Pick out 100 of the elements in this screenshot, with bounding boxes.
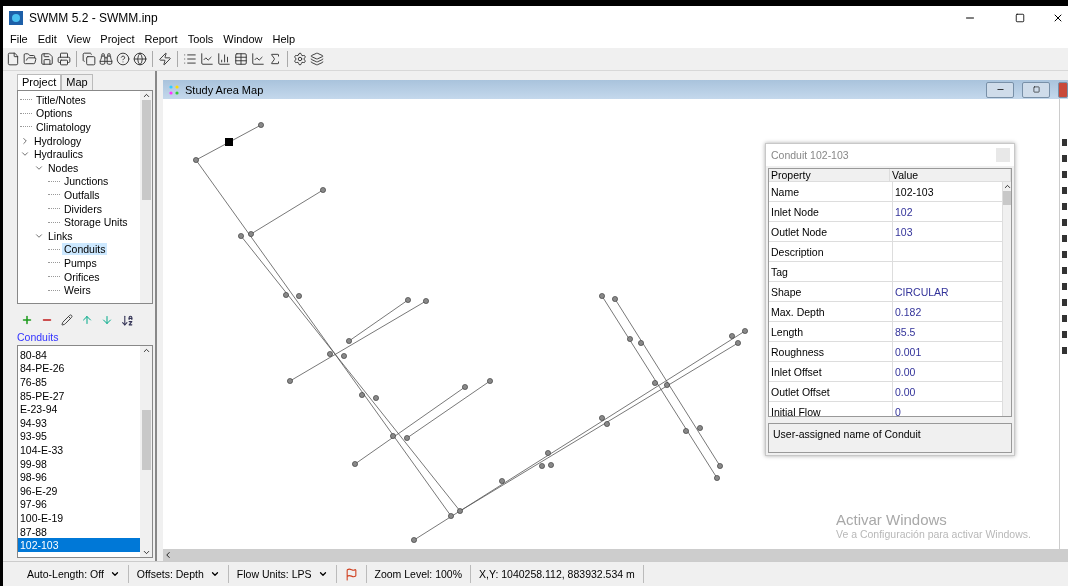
scrollbar[interactable]	[1003, 182, 1011, 416]
list-item[interactable]: 84-PE-26	[18, 361, 140, 376]
list-item[interactable]: 96-E-29	[18, 483, 140, 498]
scroll-up-icon	[1003, 182, 1011, 191]
scrollbar[interactable]	[140, 346, 152, 557]
list-item[interactable]: 94-93	[18, 415, 140, 430]
panel-tab[interactable]: Map	[61, 74, 93, 90]
globe-icon[interactable]	[133, 52, 147, 66]
binoculars-icon[interactable]	[99, 52, 113, 66]
menu-item[interactable]: File	[5, 33, 33, 45]
table-cell: Tag	[769, 262, 893, 281]
list-item[interactable]: 104-E-33	[18, 443, 140, 457]
scrollbar[interactable]	[140, 91, 152, 303]
panel-tab[interactable]: Project	[17, 74, 62, 90]
scroll-thumb[interactable]	[141, 100, 151, 200]
tree-item[interactable]: Conduits	[62, 243, 108, 256]
tree-item[interactable]: Weirs	[62, 284, 93, 297]
table-cell[interactable]: CIRCULAR	[893, 282, 1003, 301]
list-item[interactable]: 76-85	[18, 375, 140, 389]
list-item[interactable]: 87-88	[18, 524, 140, 539]
map-tool-icon[interactable]	[1061, 235, 1067, 242]
list-item[interactable]: 102-103	[18, 538, 140, 552]
table-cell[interactable]: 0	[893, 402, 1003, 416]
menu-item[interactable]: Help	[267, 33, 301, 45]
table-icon[interactable]	[234, 52, 248, 66]
tree-item[interactable]: Title/Notes	[34, 93, 88, 106]
menu-item[interactable]: Project	[95, 33, 140, 45]
table-cell[interactable]: 102-103	[893, 182, 1003, 201]
new-file-icon[interactable]	[6, 52, 20, 66]
tree-item[interactable]: Climatology	[34, 121, 93, 133]
scroll-left-icon	[163, 550, 173, 560]
open-folder-icon[interactable]	[23, 52, 37, 66]
lightning-icon[interactable]	[158, 52, 172, 66]
options-icon[interactable]	[293, 52, 307, 66]
list-item[interactable]: 99-98	[18, 456, 140, 471]
tree-item[interactable]: Options	[34, 107, 75, 120]
list-item[interactable]: 85-PE-27	[18, 388, 140, 403]
scroll-thumb[interactable]	[141, 410, 151, 470]
tree-item[interactable]: Junctions	[62, 175, 111, 188]
table-cell[interactable]: 102	[893, 202, 1003, 221]
tree-item[interactable]: Hydrology	[32, 134, 84, 147]
horizontal-scrollbar[interactable]	[163, 549, 1068, 561]
list-item[interactable]: 93-95	[18, 429, 140, 444]
list-item[interactable]: 97-96	[18, 497, 140, 512]
sigma-icon[interactable]	[268, 52, 282, 66]
tree-item[interactable]: Orifices	[62, 270, 102, 283]
list-item[interactable]: 98-96	[18, 470, 140, 484]
tree-item[interactable]: Pumps	[62, 256, 99, 269]
map-tool-icon[interactable]	[1061, 331, 1067, 338]
table-cell[interactable]: 0.182	[893, 302, 1003, 321]
tree-item[interactable]: Links	[46, 229, 75, 242]
save-icon[interactable]	[40, 52, 54, 66]
sort-icon[interactable]	[121, 313, 134, 327]
status-dropdown[interactable]: Flow Units: LPS	[228, 565, 337, 583]
list-item[interactable]: 80-84	[18, 348, 140, 362]
tree-item[interactable]: Dividers	[62, 202, 104, 215]
tree-item[interactable]: Hydraulics	[32, 148, 85, 161]
list-icon[interactable]	[183, 52, 197, 66]
map-icon	[169, 84, 179, 95]
scroll-thumb[interactable]	[1003, 191, 1011, 205]
menu-item[interactable]: Window	[218, 33, 268, 45]
map-tool-icon[interactable]	[1061, 283, 1067, 290]
copy-icon[interactable]	[82, 52, 96, 66]
map-tool-icon[interactable]	[1061, 155, 1067, 162]
map-tool-icon[interactable]	[1061, 299, 1067, 306]
table-cell[interactable]: 0.00	[893, 362, 1003, 381]
table-cell[interactable]: 85.5	[893, 322, 1003, 341]
list-item[interactable]: 100-E-19	[18, 511, 140, 525]
status-text: Zoom Level: 100%	[366, 565, 472, 583]
map-tool-icon[interactable]	[1061, 139, 1067, 146]
map-tool-icon[interactable]	[1061, 347, 1067, 354]
add-icon[interactable]	[21, 314, 33, 326]
flag-icon[interactable]	[344, 567, 358, 581]
profile-plot-icon[interactable]	[200, 52, 214, 66]
menu-item[interactable]: Tools	[182, 33, 219, 45]
map-tool-icon[interactable]	[1061, 315, 1067, 322]
edit-icon[interactable]	[61, 314, 73, 326]
help-icon[interactable]	[116, 52, 130, 66]
menu-item[interactable]: View	[61, 33, 96, 45]
tree-item[interactable]: Storage Units	[62, 216, 130, 229]
activation-title: Activar Windows	[836, 511, 948, 528]
print-icon[interactable]	[57, 52, 71, 66]
tree-item[interactable]: Nodes	[46, 161, 81, 174]
table-cell[interactable]: 0.00	[893, 382, 1003, 401]
table-cell[interactable]: 103	[893, 222, 1003, 241]
map-tool-icon[interactable]	[1061, 187, 1067, 194]
map-tool-icon[interactable]	[1061, 203, 1067, 210]
tree-item[interactable]: Outfalls	[62, 188, 102, 201]
map-tool-icon[interactable]	[1061, 251, 1067, 258]
table-cell[interactable]: 0.001	[893, 342, 1003, 361]
map-tool-icon[interactable]	[1061, 219, 1067, 226]
menu-item[interactable]: Report	[139, 33, 183, 45]
status-dropdown[interactable]: Auto-Length: Off	[19, 565, 129, 583]
map-tool-icon[interactable]	[1061, 267, 1067, 274]
list-item[interactable]: E-23-94	[18, 402, 140, 416]
map-tool-icon[interactable]	[1061, 171, 1067, 178]
chart-icon[interactable]	[217, 52, 231, 66]
status-dropdown[interactable]: Offsets: Depth	[128, 565, 229, 583]
menu-item[interactable]: Edit	[32, 33, 62, 45]
table-cell: Name	[769, 182, 893, 201]
